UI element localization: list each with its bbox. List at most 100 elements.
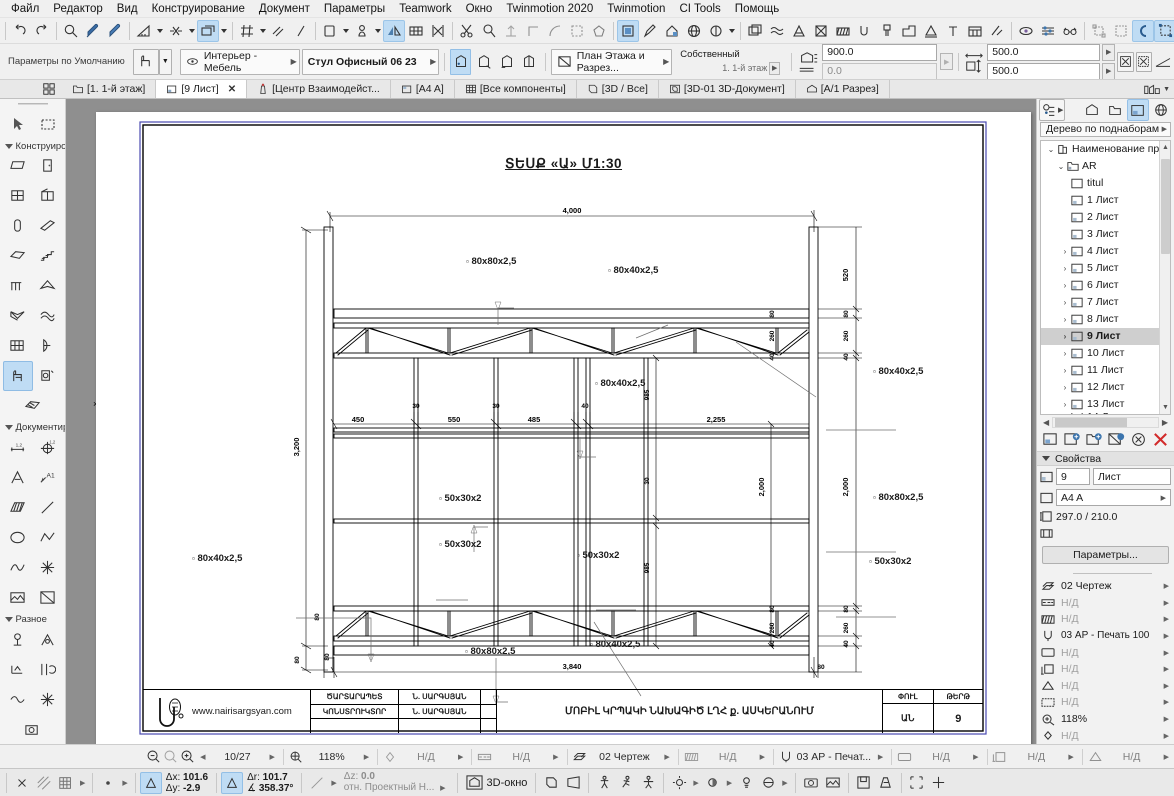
lamp-tool-icon[interactable] [33, 361, 63, 391]
eyedropper-icon[interactable] [82, 20, 104, 42]
geometry-method-1-button[interactable] [450, 48, 472, 75]
close-icon[interactable]: ✕ [228, 84, 236, 95]
attr-profile[interactable]: Н/Д ▶ [1037, 678, 1174, 695]
composite-icon[interactable] [766, 20, 788, 42]
scroll-left-icon[interactable]: ◀ [1040, 418, 1052, 427]
chevron-down-icon[interactable] [373, 20, 383, 42]
geometry-method-3-button[interactable] [496, 49, 517, 75]
chevron-right-icon[interactable]: ▶ [661, 753, 672, 761]
hotspot-tool-icon[interactable] [33, 552, 63, 582]
door-tool-icon[interactable] [33, 151, 63, 181]
chevron-down-icon[interactable] [727, 20, 737, 42]
window-tool-icon[interactable] [3, 181, 33, 211]
drag-icon[interactable] [319, 20, 341, 42]
menu-item-twinmotion2020[interactable]: Twinmotion 2020 [499, 0, 600, 18]
menu-item-options[interactable]: Параметры [317, 0, 392, 18]
chevron-right-icon[interactable]: › [1059, 349, 1071, 358]
status-profile[interactable]: Н/Д ▶ [1086, 747, 1174, 767]
tab-grid-button[interactable] [0, 80, 62, 98]
material-icon[interactable] [788, 20, 810, 42]
layers-icon[interactable] [744, 20, 766, 42]
new-subset-icon[interactable] [1086, 431, 1103, 448]
zoom-out-icon[interactable] [146, 749, 161, 764]
layout-canvas[interactable]: × × [66, 99, 1036, 744]
tab-all-components[interactable]: [Все компоненты] [455, 80, 577, 98]
elevate-icon[interactable] [405, 20, 427, 42]
status-line-type[interactable]: Н/Д ▶ [475, 747, 563, 767]
corner-icon[interactable] [522, 20, 544, 42]
attr-pen-set[interactable]: 02 Чертеж ▶ [1037, 578, 1174, 595]
tree-item-layout-7[interactable]: › 7 Лист [1041, 294, 1170, 311]
tab-3d-document[interactable]: [3D-01 3D-Документ] [659, 80, 796, 98]
scroll-right-icon[interactable]: ▶ [1159, 418, 1171, 427]
chevron-right-icon[interactable]: ▶ [1065, 753, 1076, 761]
attr-composite[interactable]: Н/Д ▶ [1037, 661, 1174, 678]
menu-item-help[interactable]: Помощь [728, 0, 786, 18]
lamp-settings-icon[interactable] [735, 772, 757, 794]
worksheet-tool-icon[interactable] [33, 654, 63, 684]
layout-name-field[interactable]: Лист [1093, 468, 1171, 486]
new-drawing-icon[interactable] [1108, 431, 1125, 448]
scroll-thumb[interactable] [1161, 158, 1170, 254]
drawing-tool-icon[interactable] [33, 582, 63, 612]
chevron-right-icon[interactable]: ▶ [455, 753, 466, 761]
new-master-icon[interactable] [1064, 431, 1081, 448]
tab-overflow-group[interactable]: ▼ [1143, 80, 1174, 98]
chevron-down-icon[interactable] [341, 20, 351, 42]
attr-building-material[interactable]: Н/Д ▶ [1037, 644, 1174, 661]
chevron-right-icon[interactable]: › [1059, 383, 1071, 392]
status-composite[interactable]: Н/Д ▶ [990, 747, 1078, 767]
camera-render-icon[interactable] [800, 772, 822, 794]
tree-item-layout-8[interactable]: › 8 Лист [1041, 311, 1170, 328]
chevron-right-icon[interactable]: ▶ [690, 779, 701, 787]
chevron-right-icon[interactable]: ▶ [875, 753, 886, 761]
section-header-document[interactable]: Документиро [1, 421, 65, 432]
chevron-right-icon[interactable]: ▶ [77, 779, 88, 787]
tree-item-layout-14[interactable]: 14 Лист [1041, 412, 1170, 414]
snap-guides-icon[interactable] [33, 772, 55, 794]
tree-view-selector[interactable]: Дерево по поднаборам ▶ [1040, 121, 1171, 137]
3d-style-icon[interactable] [757, 772, 779, 794]
chevron-right-icon[interactable]: › [1059, 298, 1071, 307]
tree-item-ar[interactable]: ⌄ AR [1041, 158, 1170, 175]
layout-book-icon[interactable] [1127, 99, 1149, 122]
chevron-right-icon[interactable]: › [1059, 400, 1071, 409]
new-layout-icon[interactable] [1042, 431, 1059, 448]
height-value-field[interactable]: 900.0 [822, 44, 938, 61]
boundary-icon[interactable] [566, 20, 588, 42]
snap-point-icon[interactable] [97, 772, 119, 794]
fill-icon[interactable] [832, 20, 854, 42]
railing-tool-icon[interactable] [3, 271, 33, 301]
camera-tool-icon[interactable] [18, 714, 48, 744]
prev-page-icon[interactable]: ◀ [197, 753, 208, 761]
marquee-zoom-icon[interactable] [60, 20, 82, 42]
home-icon[interactable] [661, 20, 683, 42]
zoom-in-icon[interactable] [180, 749, 195, 764]
menu-item-design[interactable]: Конструирование [145, 0, 252, 18]
scissors-icon[interactable] [456, 20, 478, 42]
tab-layout-9[interactable]: [9 Лист] ✕ [156, 80, 248, 98]
tree-item-layout-2[interactable]: 2 Лист [1041, 209, 1170, 226]
ungroup-small-icon[interactable] [1110, 20, 1132, 42]
library-group-selector[interactable]: Интерьер - Мебель ▶ [179, 48, 300, 75]
snap-grid-icon[interactable] [55, 772, 77, 794]
chevron-down-icon[interactable] [155, 20, 165, 42]
skylight-tool-icon[interactable] [33, 181, 63, 211]
project-map-icon[interactable] [1081, 99, 1103, 121]
chevron-down-icon[interactable]: ⌄ [1055, 162, 1067, 171]
zoom-previous-icon[interactable] [163, 749, 178, 764]
object-tool-button[interactable] [132, 48, 159, 75]
layout-sheet[interactable]: 4,000 3,840 450 550 485 2,255 30 30 40 3… [96, 112, 1031, 744]
rotate-icon[interactable] [351, 20, 373, 42]
tree-item-layout-6[interactable]: › 6 Лист [1041, 277, 1170, 294]
arrow-tool-icon[interactable] [3, 109, 33, 139]
status-pen[interactable]: 03 АР - Печат... ▶ [777, 747, 888, 767]
tree-item-layout-1[interactable]: 1 Лист [1041, 192, 1170, 209]
scroll-thumb[interactable] [1055, 418, 1128, 428]
tree-horizontal-scrollbar[interactable]: ◀ ▶ [1040, 417, 1171, 429]
slab-tool-icon[interactable] [3, 241, 33, 271]
column-tool-icon[interactable] [3, 211, 33, 241]
glasses-icon[interactable] [1059, 20, 1081, 42]
building-material-icon[interactable] [898, 20, 920, 42]
change-tool-icon[interactable] [33, 684, 63, 714]
